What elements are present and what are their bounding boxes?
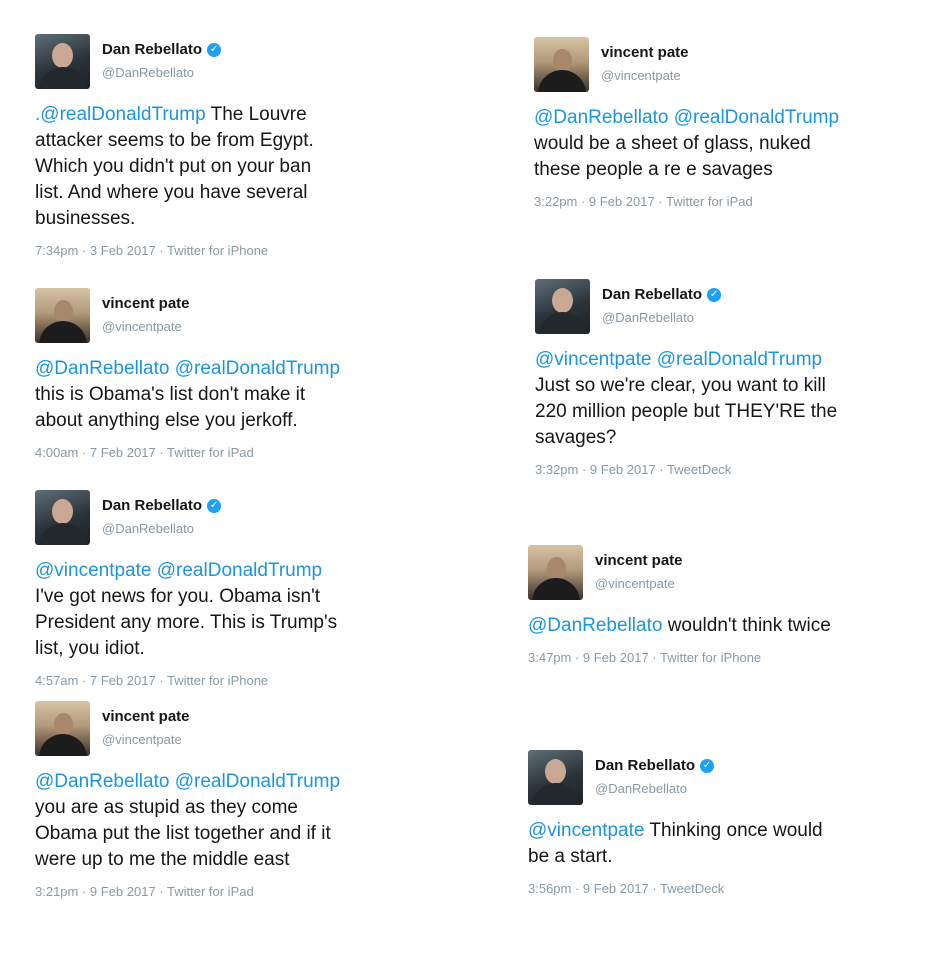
author-name[interactable]: Dan Rebellato (102, 497, 202, 514)
author-handle[interactable]: @vincentpate (102, 732, 182, 747)
tweet-timestamp[interactable]: 3:21pm · 9 Feb 2017 · Twitter for iPad (35, 884, 435, 899)
tweet-body: wouldn't think twice (662, 615, 831, 636)
author-name[interactable]: Dan Rebellato (602, 286, 702, 303)
tweet: Dan Rebellato ✓ @DanRebellato @vincentpat… (535, 279, 929, 477)
tweet-text: @vincentpate @realDonaldTrump Just so we… (535, 347, 929, 451)
tweet-body: Just so we're clear, you want to kill 22… (535, 375, 838, 448)
tweet-body: I've got news for you. Obama isn't Presi… (35, 586, 338, 659)
author-handle[interactable]: @DanRebellato (102, 65, 194, 80)
avatar[interactable] (35, 701, 90, 756)
tweet: vincent pate @vincentpate @DanRebellato … (534, 37, 929, 209)
mention-link[interactable]: .@realDonaldTrump (35, 104, 206, 125)
tweet: vincent pate @vincentpate @DanRebellato … (528, 545, 928, 665)
tweet-body: you are as stupid as they come Obama put… (35, 797, 331, 870)
avatar[interactable] (528, 750, 583, 805)
author-handle[interactable]: @vincentpate (102, 319, 182, 334)
tweet-text: @vincentpate Thinking once would be a st… (528, 818, 928, 870)
avatar[interactable] (35, 490, 90, 545)
tweet-timestamp[interactable]: 3:22pm · 9 Feb 2017 · Twitter for iPad (534, 194, 929, 209)
tweet-text: .@realDonaldTrump The Louvre attacker se… (35, 102, 435, 232)
tweet-timestamp[interactable]: 4:00am · 7 Feb 2017 · Twitter for iPad (35, 445, 435, 460)
author-handle[interactable]: @DanRebellato (102, 521, 194, 536)
author-handle[interactable]: @vincentpate (595, 576, 675, 591)
avatar[interactable] (534, 37, 589, 92)
mention-link[interactable]: @vincentpate @realDonaldTrump (35, 560, 322, 581)
author-name[interactable]: vincent pate (601, 44, 689, 61)
mention-link[interactable]: @DanRebellato @realDonaldTrump (35, 771, 340, 792)
verified-badge-icon: ✓ (207, 42, 222, 57)
tweet-body: would be a sheet of glass, nuked these p… (534, 133, 811, 180)
mention-link[interactable]: @DanRebellato @realDonaldTrump (35, 358, 340, 379)
tweet-timestamp[interactable]: 3:32pm · 9 Feb 2017 · TweetDeck (535, 462, 929, 477)
avatar[interactable] (35, 34, 90, 89)
mention-link[interactable]: @vincentpate (528, 820, 644, 841)
author-name[interactable]: Dan Rebellato (102, 41, 202, 58)
avatar[interactable] (528, 545, 583, 600)
tweet: vincent pate @vincentpate @DanRebellato … (35, 701, 435, 899)
tweet-body: this is Obama's list don't make it about… (35, 384, 306, 431)
avatar[interactable] (35, 288, 90, 343)
mention-link[interactable]: @vincentpate @realDonaldTrump (535, 349, 822, 370)
tweet-timestamp[interactable]: 7:34pm · 3 Feb 2017 · Twitter for iPhone (35, 243, 435, 258)
tweet-timestamp[interactable]: 3:47pm · 9 Feb 2017 · Twitter for iPhone (528, 650, 928, 665)
tweet-text: @DanRebellato @realDonaldTrump you are a… (35, 769, 435, 873)
author-handle[interactable]: @vincentpate (601, 68, 681, 83)
tweet-text: @DanRebellato @realDonaldTrump would be … (534, 105, 929, 183)
tweet: Dan Rebellato ✓ @DanRebellato @vincentpat… (35, 490, 435, 688)
tweet-text: @DanRebellato wouldn't think twice (528, 613, 928, 639)
tweet: vincent pate @vincentpate @DanRebellato … (35, 288, 435, 460)
verified-badge-icon: ✓ (700, 758, 715, 773)
verified-badge-icon: ✓ (207, 498, 222, 513)
author-name[interactable]: vincent pate (102, 295, 190, 312)
tweet-timestamp[interactable]: 4:57am · 7 Feb 2017 · Twitter for iPhone (35, 673, 435, 688)
author-handle[interactable]: @DanRebellato (595, 781, 687, 796)
tweet: Dan Rebellato ✓ @DanRebellato .@realDonal… (35, 34, 435, 258)
tweet-timestamp[interactable]: 3:56pm · 9 Feb 2017 · TweetDeck (528, 881, 928, 896)
author-name[interactable]: vincent pate (102, 708, 190, 725)
verified-badge-icon: ✓ (707, 287, 722, 302)
tweet-text: @DanRebellato @realDonaldTrump this is O… (35, 356, 435, 434)
tweet: Dan Rebellato ✓ @DanRebellato @vincentpat… (528, 750, 928, 896)
mention-link[interactable]: @DanRebellato @realDonaldTrump (534, 107, 839, 128)
tweet-text: @vincentpate @realDonaldTrump I've got n… (35, 558, 435, 662)
author-handle[interactable]: @DanRebellato (602, 310, 694, 325)
mention-link[interactable]: @DanRebellato (528, 615, 662, 636)
author-name[interactable]: vincent pate (595, 552, 683, 569)
author-name[interactable]: Dan Rebellato (595, 757, 695, 774)
avatar[interactable] (535, 279, 590, 334)
